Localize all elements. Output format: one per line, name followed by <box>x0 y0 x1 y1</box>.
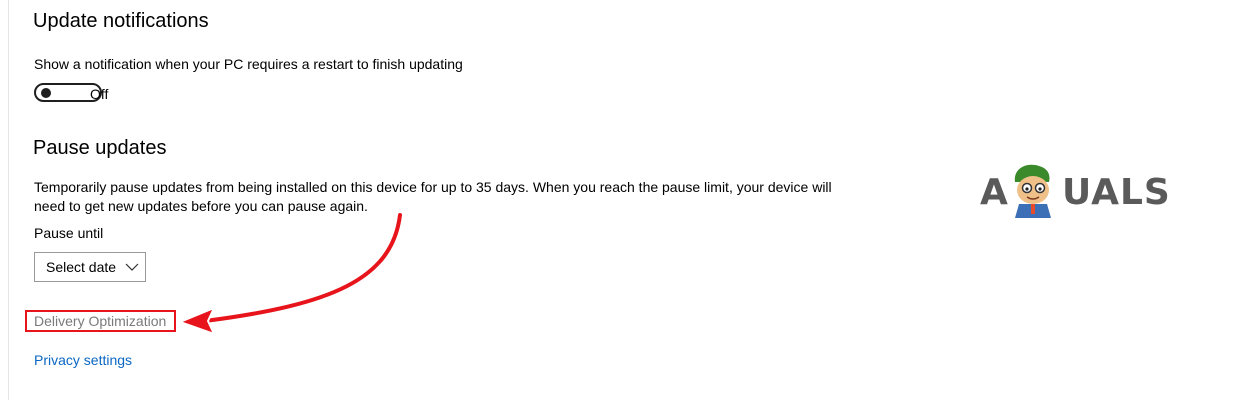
appuals-watermark-logo: A UALS <box>980 160 1195 220</box>
watermark-text: UALS <box>1062 172 1171 213</box>
mascot-icon <box>1014 164 1051 218</box>
